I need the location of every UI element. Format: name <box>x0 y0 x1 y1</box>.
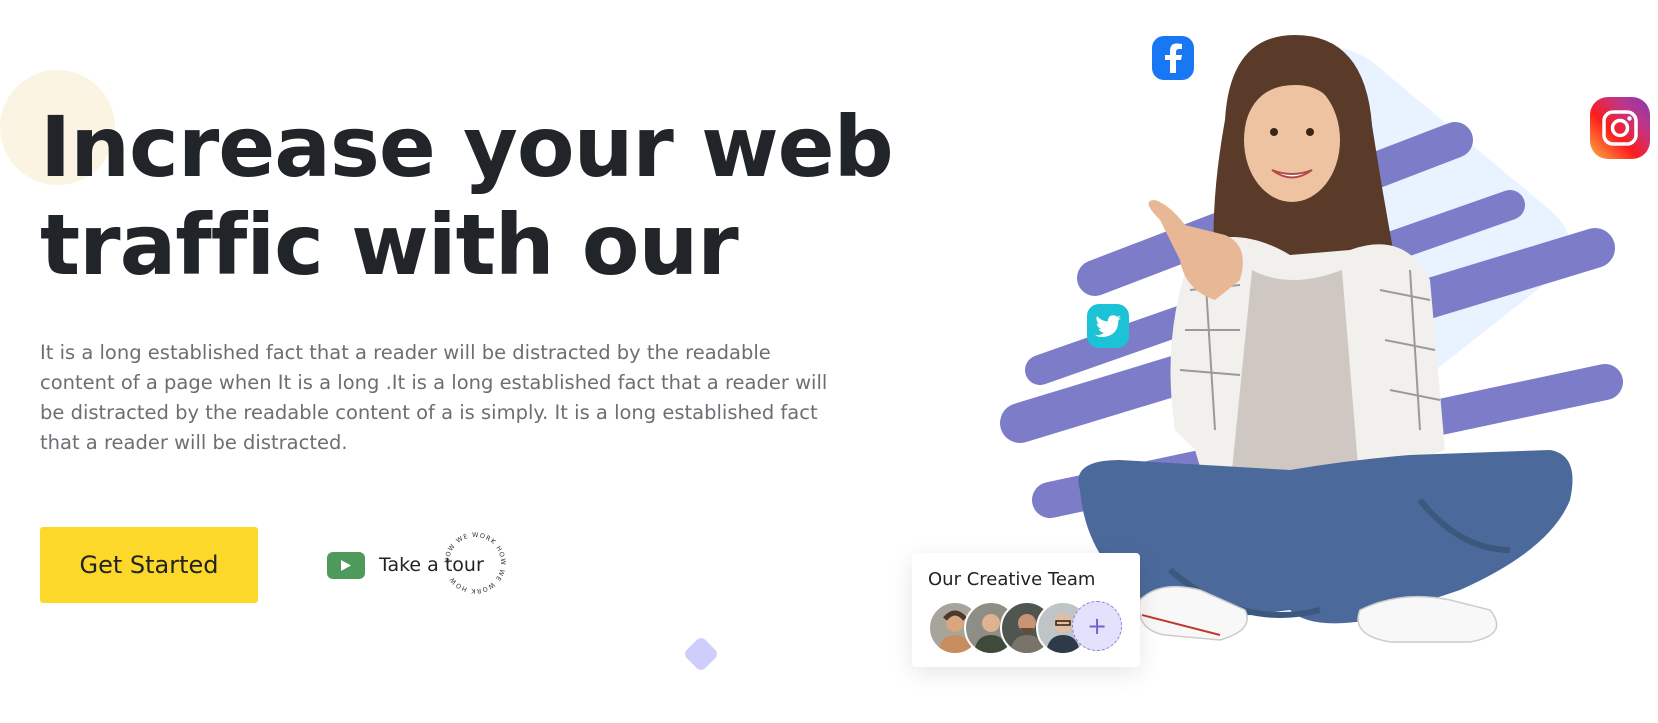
how-we-work-ring: HOW WE WORK HOW WE WORK HOW <box>443 531 507 595</box>
team-card-title: Our Creative Team <box>928 569 1096 590</box>
play-icon[interactable] <box>327 551 365 579</box>
hero-description: It is a long established fact that a rea… <box>40 341 828 454</box>
get-started-button[interactable]: Get Started <box>40 527 258 603</box>
twitter-icon[interactable] <box>1087 304 1129 348</box>
creative-team-card: Our Creative Team + <box>912 553 1140 667</box>
facebook-icon[interactable] <box>1152 36 1194 80</box>
hero-headline: Increase your web traffic with our <box>40 98 940 294</box>
person-top <box>1230 270 1360 490</box>
hero-section: Increase your web traffic with our It is… <box>0 0 1658 723</box>
team-avatars: + <box>928 601 1128 655</box>
person-sneaker <box>1357 595 1498 643</box>
instagram-icon[interactable] <box>1590 97 1650 159</box>
ring-text: HOW WE WORK HOW WE WORK HOW <box>443 531 506 595</box>
headline-line-1: Increase your web <box>40 98 894 196</box>
decorative-diamond <box>682 635 720 673</box>
headline-line-2: traffic with our <box>40 196 739 294</box>
add-team-member-button[interactable]: + <box>1072 601 1122 651</box>
svg-text:HOW WE WORK HOW WE WORK HOW: HOW WE WORK HOW WE WORK HOW <box>443 531 507 595</box>
